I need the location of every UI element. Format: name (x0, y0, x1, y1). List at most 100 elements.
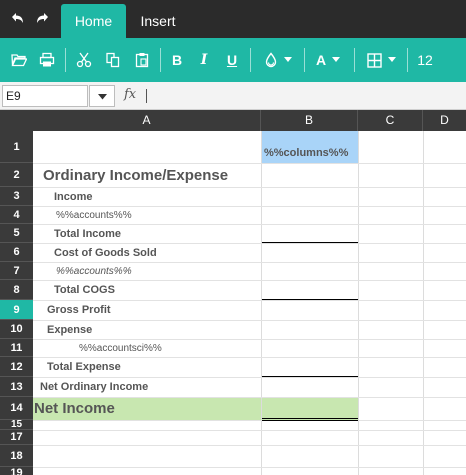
formula-bar: E9 fx (0, 82, 466, 110)
grid-line (33, 163, 466, 164)
row-header-5[interactable]: 5 (0, 224, 33, 243)
toolbar-separator (407, 48, 408, 72)
row-header-15[interactable]: 15 (0, 419, 33, 430)
grid-line (33, 280, 466, 281)
grid-line (358, 131, 359, 475)
underline-button[interactable]: U (223, 49, 241, 71)
cell-a10: Expense (47, 324, 93, 336)
row-header-12[interactable]: 12 (0, 357, 33, 377)
grid-line (33, 339, 466, 340)
row-header-1[interactable]: 1 (0, 131, 33, 163)
total-underline (262, 376, 358, 377)
grid-line (261, 131, 262, 475)
cell-a13: Net Ordinary Income (40, 381, 149, 393)
grid-line (33, 243, 466, 244)
cell-a3: Income (54, 191, 93, 203)
grid-line (33, 357, 466, 358)
grid-line (33, 397, 466, 398)
bold-button[interactable]: B (168, 49, 186, 71)
row-header-19[interactable]: 19 (0, 467, 33, 475)
row-header-4[interactable]: 4 (0, 206, 33, 224)
double-underline (262, 420, 358, 421)
undo-icon[interactable] (8, 10, 26, 28)
row-header-6[interactable]: 6 (0, 243, 33, 262)
fill-color-icon (264, 52, 278, 68)
cell-a12: Total Expense (47, 361, 121, 373)
cell-a2: Ordinary Income/Expense (43, 167, 229, 184)
formula-cursor (146, 89, 147, 103)
tab-home[interactable]: Home (61, 4, 126, 38)
print-icon[interactable] (38, 49, 56, 71)
row-header-8[interactable]: 8 (0, 280, 33, 300)
cell-a7: %%accounts%% (56, 266, 132, 277)
cell-a9: Gross Profit (47, 304, 111, 316)
total-underline (262, 299, 358, 300)
tab-insert[interactable]: Insert (130, 4, 186, 38)
toolbar-separator (65, 48, 66, 72)
toolbar: B I U A 12 (0, 38, 466, 82)
row-header-18[interactable]: 18 (0, 445, 33, 467)
name-box[interactable]: E9 (2, 85, 88, 107)
font-size-field[interactable]: 12 (414, 49, 436, 71)
row-header-2[interactable]: 2 (0, 163, 33, 187)
grid-line (33, 300, 466, 301)
fill-color-dropdown[interactable] (260, 49, 296, 71)
row-header-17[interactable]: 17 (0, 430, 33, 445)
row-header-9[interactable]: 9 (0, 300, 33, 320)
borders-icon (366, 52, 382, 68)
double-underline (262, 418, 358, 419)
column-header-d[interactable]: D (423, 110, 466, 131)
chevron-down-icon (332, 57, 341, 63)
borders-dropdown[interactable] (364, 49, 398, 71)
chevron-down-icon (97, 89, 107, 103)
grid-line (33, 206, 466, 207)
grid-line (33, 320, 466, 321)
row-header-10[interactable]: 10 (0, 320, 33, 339)
row-header-14[interactable]: 14 (0, 397, 33, 420)
name-box-dropdown[interactable] (89, 85, 115, 107)
row-header-13[interactable]: 13 (0, 377, 33, 397)
column-header-row: A B C D (0, 110, 466, 131)
chevron-down-icon (284, 57, 292, 63)
cell-a11: %%accountsci%% (79, 343, 162, 354)
toolbar-separator (250, 48, 251, 72)
cut-icon[interactable] (74, 49, 94, 71)
grid-line (33, 262, 466, 263)
copy-icon[interactable] (103, 49, 123, 71)
cells-area[interactable]: %%columns%% Ordinary Income/Expense Inco… (33, 131, 466, 475)
column-header-a[interactable]: A (33, 110, 261, 131)
menu-bar: Home Insert (0, 0, 466, 38)
open-folder-icon[interactable] (10, 49, 28, 71)
total-underline (262, 242, 358, 243)
cell-a5: Total Income (54, 228, 122, 240)
column-header-b[interactable]: B (261, 110, 358, 131)
row-header-3[interactable]: 3 (0, 187, 33, 206)
formula-input[interactable] (150, 85, 462, 107)
grid-line (423, 131, 424, 475)
cell-a4: %%accounts%% (56, 210, 132, 221)
toolbar-separator (304, 48, 305, 72)
toolbar-separator (354, 48, 355, 72)
fx-icon: fx (124, 87, 137, 102)
grid-line (33, 445, 466, 446)
cell-a14: Net Income (34, 400, 115, 417)
grid-line (33, 377, 466, 378)
cell-a6: Cost of Goods Sold (54, 247, 157, 259)
grid-line (33, 224, 466, 225)
row-header-11[interactable]: 11 (0, 339, 33, 357)
grid-line (33, 420, 466, 421)
grid-line (33, 187, 466, 188)
grid-line (33, 430, 466, 431)
font-color-icon: A (315, 52, 327, 68)
paste-icon[interactable] (132, 49, 152, 71)
font-color-dropdown[interactable]: A (313, 49, 343, 71)
cell-b1: %%columns%% (264, 147, 349, 159)
column-header-c[interactable]: C (358, 110, 423, 131)
grid-line (33, 467, 466, 468)
toolbar-separator (160, 48, 161, 72)
spreadsheet-grid: A B C D 1 2 3 4 5 6 7 8 9 10 11 12 13 14… (0, 110, 466, 475)
select-all-corner[interactable] (0, 110, 33, 131)
row-header-7[interactable]: 7 (0, 262, 33, 280)
italic-button[interactable]: I (195, 49, 213, 71)
redo-icon[interactable] (34, 10, 52, 28)
